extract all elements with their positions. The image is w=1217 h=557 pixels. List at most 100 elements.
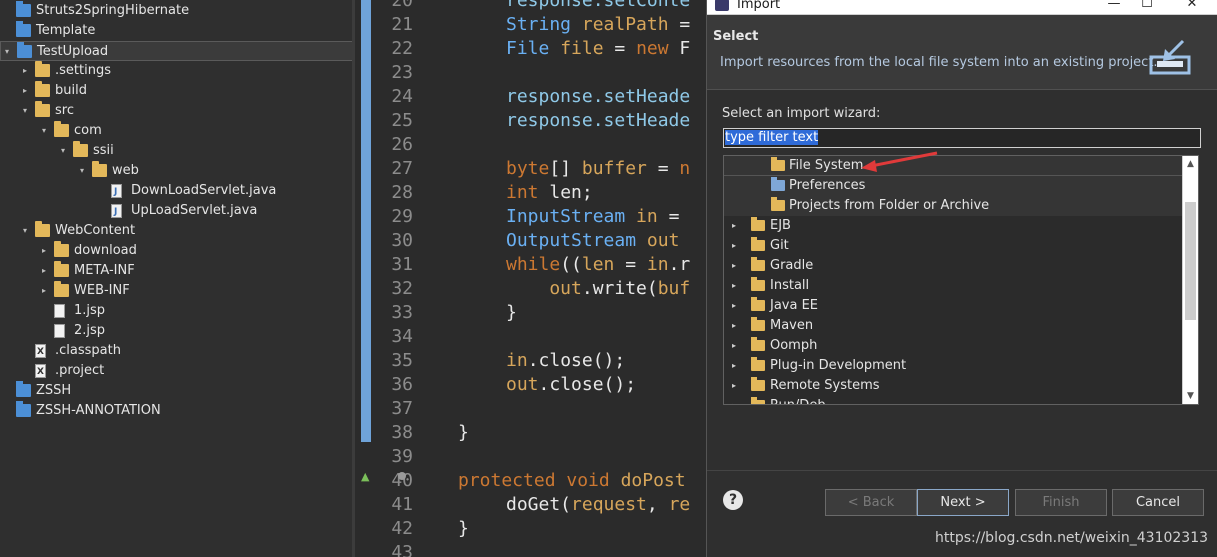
collapse-icon[interactable]	[19, 341, 31, 361]
collapse-icon[interactable]: ▸	[38, 261, 50, 281]
tree-item[interactable]: ZSSH	[0, 381, 355, 401]
code-line[interactable]: byte[] buffer = n	[506, 157, 690, 181]
collapse-icon[interactable]	[0, 381, 12, 401]
code-line[interactable]: }	[458, 421, 469, 445]
tree-item[interactable]: ▸ .settings	[0, 61, 355, 81]
wizard-list[interactable]: ▸ Run/Deb ▸ Remote Systems ▸ Plug-in Developm…	[723, 155, 1199, 405]
code-line[interactable]: response.setConte	[506, 0, 690, 13]
expand-arrow-icon[interactable]: ▸	[732, 296, 736, 316]
expand-arrow-icon[interactable]: ▸	[732, 316, 736, 336]
tree-item[interactable]: UpLoadServlet.java	[0, 201, 355, 222]
code-editor[interactable]: ▲ 20 response.setConte 21 String realPath =…	[358, 0, 707, 557]
filter-input[interactable]: type filter text	[723, 128, 1201, 148]
wizard-item[interactable]: ▸ Gradle	[724, 256, 1183, 276]
code-line[interactable]: int len;	[506, 181, 593, 205]
code-line[interactable]: OutputStream out	[506, 229, 679, 253]
tree-item[interactable]: ▾ com	[0, 121, 355, 141]
collapse-icon[interactable]	[19, 361, 31, 381]
next-button[interactable]: Next >	[917, 489, 1009, 516]
cancel-button[interactable]: Cancel	[1112, 489, 1204, 516]
code-line[interactable]: out.close();	[506, 373, 636, 397]
collapse-icon[interactable]: ▸	[19, 61, 31, 81]
expand-arrow-icon[interactable]: ▸	[732, 356, 736, 376]
expand-icon[interactable]: ▾	[57, 141, 69, 161]
collapse-icon[interactable]	[95, 201, 107, 221]
code-line[interactable]: out.write(buf	[506, 277, 690, 301]
code-line[interactable]: while((len = in.r	[506, 253, 690, 277]
wizard-item[interactable]: ▸ Oomph	[724, 336, 1183, 356]
expand-arrow-icon[interactable]: ▸	[732, 376, 736, 396]
tree-item[interactable]: Struts2SpringHibernate	[0, 1, 355, 21]
collapse-icon[interactable]	[95, 181, 107, 201]
expand-icon[interactable]: ▾	[76, 161, 88, 181]
collapse-icon[interactable]: ▸	[19, 81, 31, 101]
collapse-icon[interactable]: ▸	[38, 281, 50, 301]
scroll-down-icon[interactable]: ▼	[1183, 388, 1198, 404]
expand-arrow-icon[interactable]: ▸	[732, 256, 736, 276]
close-button[interactable]: ✕	[1177, 0, 1207, 13]
collapse-icon[interactable]	[0, 401, 12, 421]
tree-item[interactable]: Template	[0, 21, 355, 41]
help-icon[interactable]: ?	[723, 490, 743, 510]
minimize-button[interactable]: —	[1099, 0, 1129, 13]
dialog-titlebar[interactable]: Import — ☐ ✕	[707, 0, 1217, 15]
wizard-item[interactable]: ▸ Install	[724, 276, 1183, 296]
code-line[interactable]: }	[458, 517, 469, 541]
finish-button[interactable]: Finish	[1015, 489, 1107, 516]
tree-item[interactable]: ▾ TestUpload	[0, 41, 355, 61]
explorer-scrollbar[interactable]	[352, 0, 355, 557]
expand-arrow-icon[interactable]: ▸	[732, 336, 736, 356]
expand-arrow-icon[interactable]: ▸	[732, 236, 736, 256]
expand-icon[interactable]: ▾	[38, 121, 50, 141]
tree-item[interactable]: 2.jsp	[0, 321, 355, 341]
tree-item[interactable]: ▾ web	[0, 161, 355, 181]
expand-arrow-icon[interactable]: ▸	[732, 216, 736, 236]
tree-item[interactable]: ▸ META-INF	[0, 261, 355, 281]
collapse-icon[interactable]: ▸	[38, 241, 50, 261]
tree-item[interactable]: ▸ build	[0, 81, 355, 101]
expand-arrow-icon[interactable]: ▸	[732, 276, 736, 296]
collapse-icon[interactable]	[0, 21, 12, 41]
scroll-thumb[interactable]	[1185, 202, 1196, 320]
tree-item[interactable]: .classpath	[0, 341, 355, 362]
wizard-item[interactable]: ▸ EJB	[724, 216, 1183, 236]
tree-item[interactable]: ▾ ssii	[0, 141, 355, 161]
wizard-item[interactable]: ▸ Java EE	[724, 296, 1183, 316]
code-line[interactable]: String realPath =	[506, 13, 690, 37]
wizard-item[interactable]: ▸ Remote Systems	[724, 376, 1183, 396]
wizard-item[interactable]: ▸ Run/Deb	[724, 396, 1183, 404]
code-line[interactable]: doGet(request, re	[506, 493, 690, 517]
tree-item[interactable]: DownLoadServlet.java	[0, 181, 355, 202]
collapse-icon[interactable]	[0, 1, 12, 21]
expand-icon[interactable]: ▾	[19, 221, 31, 241]
code-line[interactable]: }	[506, 301, 517, 325]
wizard-list-scrollbar[interactable]: ▲ ▼	[1182, 156, 1198, 404]
code-line[interactable]: in.close();	[506, 349, 625, 373]
wizard-item[interactable]: ▸ Plug-in Development	[724, 356, 1183, 376]
expand-icon[interactable]: ▾	[1, 42, 13, 62]
maximize-button[interactable]: ☐	[1132, 0, 1162, 13]
code-line[interactable]: response.setHeade	[506, 109, 690, 133]
scroll-up-icon[interactable]: ▲	[1183, 156, 1198, 172]
wizard-item[interactable]: Preferences	[724, 176, 1183, 196]
wizard-item[interactable]: Projects from Folder or Archive	[724, 196, 1183, 216]
wizard-item[interactable]: ▸ Maven	[724, 316, 1183, 336]
tree-item[interactable]: ▸ download	[0, 241, 355, 261]
collapse-icon[interactable]	[38, 301, 50, 321]
tree-item[interactable]: .project	[0, 361, 355, 382]
tree-item[interactable]: ▾ src	[0, 101, 355, 121]
tree-item[interactable]: ▾ WebContent	[0, 221, 355, 241]
expand-icon[interactable]: ▾	[19, 101, 31, 121]
code-line[interactable]: response.setHeade	[506, 85, 690, 109]
tree-item[interactable]: ZSSH-ANNOTATION	[0, 401, 355, 421]
wizard-item[interactable]: File System	[724, 156, 1183, 176]
wizard-item[interactable]: ▸ Git	[724, 236, 1183, 256]
code-line[interactable]: File file = new F	[506, 37, 690, 61]
code-line[interactable]: InputStream in =	[506, 205, 679, 229]
tree-item[interactable]: 1.jsp	[0, 301, 355, 321]
tree-item[interactable]: ▸ WEB-INF	[0, 281, 355, 301]
code-line[interactable]: protected void doPost	[458, 469, 686, 493]
collapse-icon[interactable]	[38, 321, 50, 341]
expand-arrow-icon[interactable]: ▸	[732, 396, 736, 404]
back-button[interactable]: < Back	[825, 489, 917, 516]
